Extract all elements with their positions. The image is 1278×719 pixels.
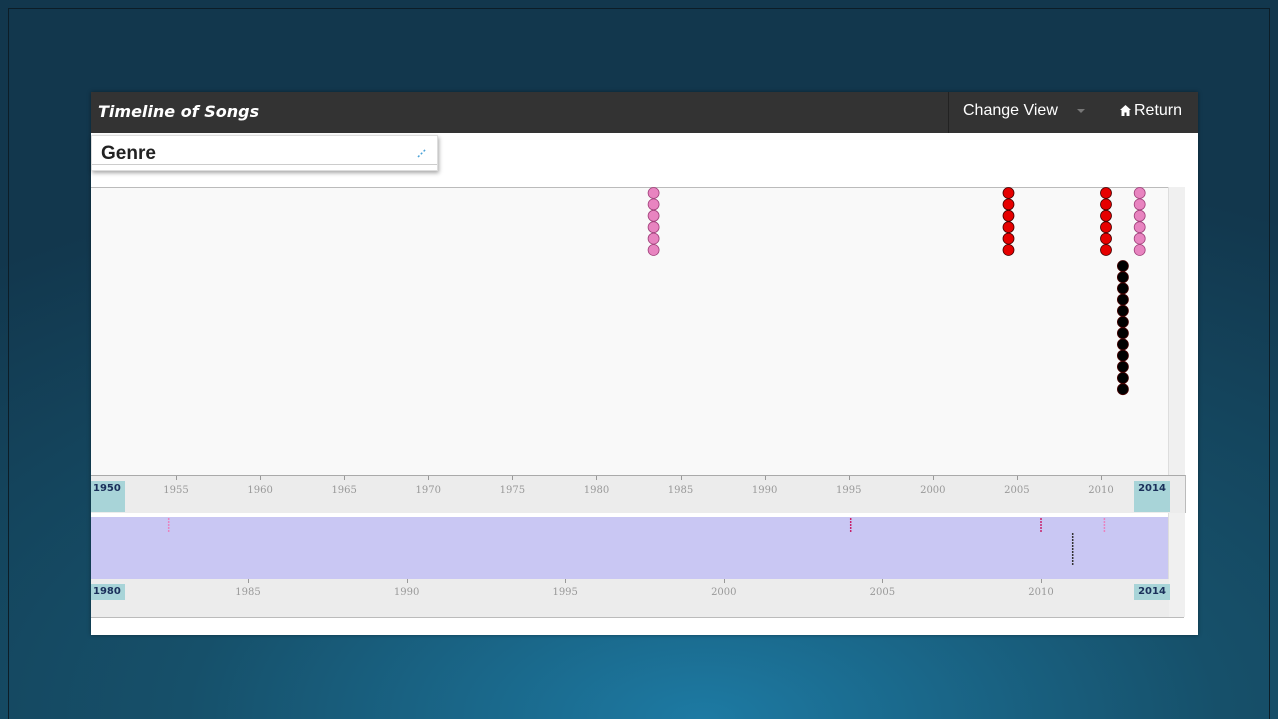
song-dot[interactable] — [1117, 338, 1129, 351]
song-dot[interactable] — [1100, 198, 1112, 211]
song-dot[interactable] — [647, 244, 660, 256]
song-dot[interactable] — [1117, 349, 1129, 362]
song-dot[interactable] — [1100, 187, 1112, 199]
song-dot[interactable] — [647, 198, 660, 211]
song-dot[interactable] — [1117, 260, 1129, 272]
song-dot[interactable] — [1117, 360, 1129, 373]
song-dot[interactable] — [1002, 244, 1015, 256]
song-dot[interactable] — [647, 232, 660, 245]
song-dot[interactable] — [1133, 209, 1146, 222]
song-dot[interactable] — [1100, 221, 1112, 234]
song-dot[interactable] — [1117, 383, 1129, 396]
song-dot[interactable] — [647, 187, 660, 199]
song-dot[interactable] — [1002, 187, 1015, 199]
song-dot[interactable] — [647, 221, 660, 234]
song-dot[interactable] — [1133, 244, 1146, 256]
song-dot[interactable] — [1002, 198, 1015, 211]
song-dot[interactable] — [1133, 187, 1146, 199]
song-dot[interactable] — [1117, 293, 1129, 306]
song-dot[interactable] — [1117, 316, 1129, 328]
song-dot[interactable] — [1117, 271, 1129, 284]
song-dot[interactable] — [1002, 232, 1015, 245]
song-dot[interactable] — [1117, 327, 1129, 340]
song-dot[interactable] — [1117, 304, 1129, 317]
song-dot[interactable] — [1133, 221, 1146, 234]
song-dot[interactable] — [1117, 372, 1129, 384]
song-dot[interactable] — [1100, 244, 1112, 256]
song-dot[interactable] — [1117, 282, 1129, 295]
song-dot[interactable] — [1100, 209, 1112, 222]
song-dot[interactable] — [1002, 221, 1015, 234]
song-dot[interactable] — [1133, 232, 1146, 245]
song-dot[interactable] — [647, 209, 660, 222]
song-dot[interactable] — [1133, 198, 1146, 211]
timeline-app: Timeline of Songs Change View Return Gen… — [91, 92, 1198, 635]
song-dot[interactable] — [1002, 209, 1015, 222]
song-dot[interactable] — [1100, 232, 1112, 245]
timeline-chart-svg — [167, 187, 1146, 565]
